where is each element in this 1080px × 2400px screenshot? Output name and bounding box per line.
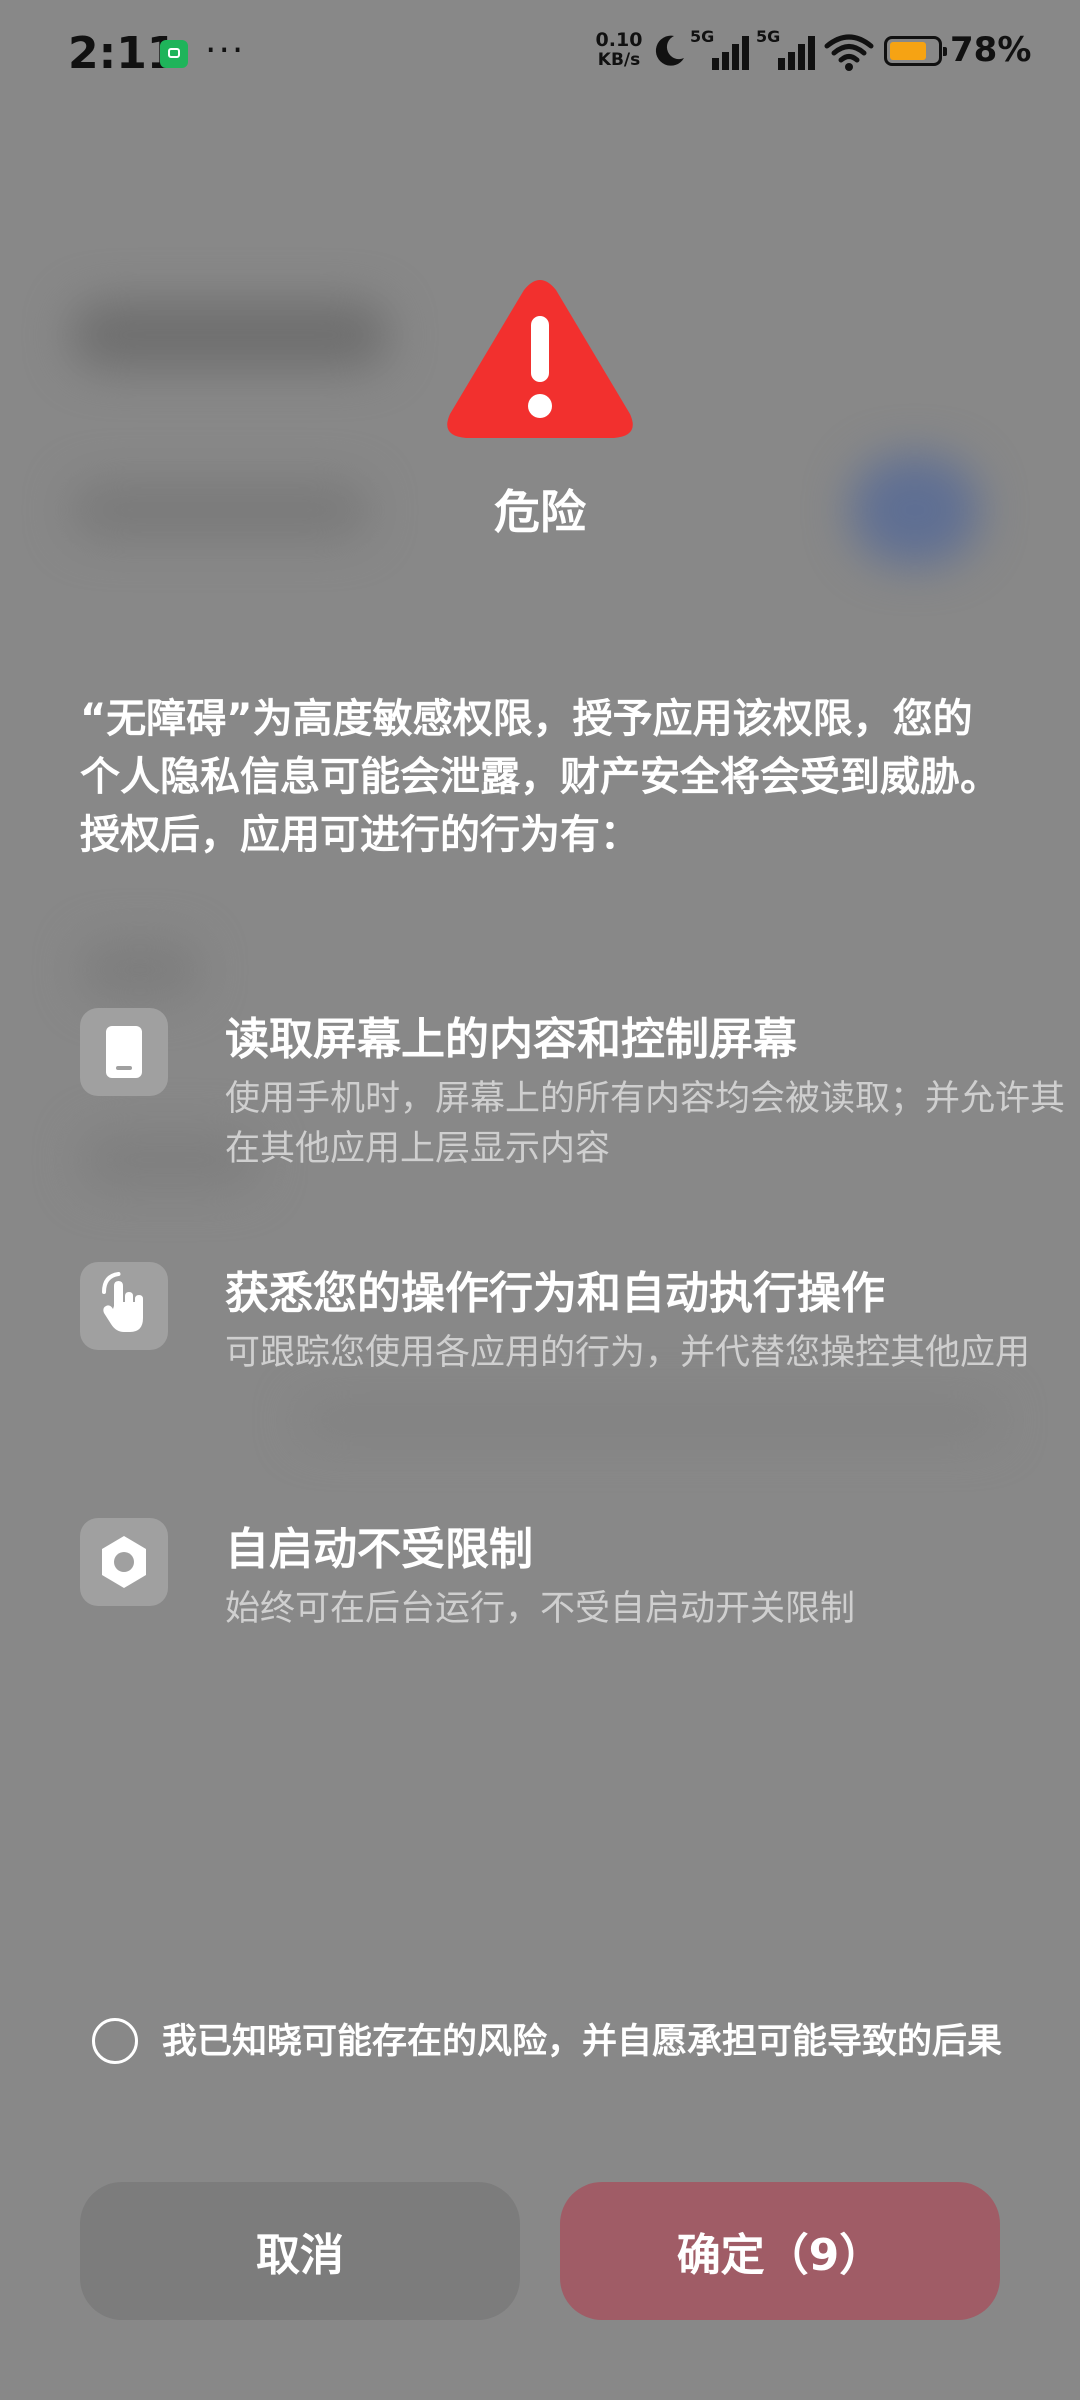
- confirm-button[interactable]: 确定（9）: [560, 2182, 1000, 2320]
- signal-label: 5G: [756, 28, 780, 46]
- permission-description: 使用手机时，屏幕上的所有内容均会被读取；并允许其在其他应用上层显示内容: [225, 1079, 1066, 1169]
- battery-level-fill: [890, 42, 926, 60]
- wifi-icon: [824, 34, 874, 71]
- battery-icon: [884, 36, 947, 66]
- blurred-background: [70, 300, 390, 370]
- permission-title: 读取屏幕上的内容和控制屏幕: [225, 1014, 797, 1065]
- blurred-background: [80, 940, 200, 1000]
- consent-radio-button[interactable]: [92, 2018, 138, 2064]
- battery-percent: 78%: [950, 30, 1032, 70]
- dialog-title: 危险: [494, 485, 586, 539]
- permission-title: 自启动不受限制: [225, 1524, 533, 1575]
- cellular-signal-icon: 5G: [756, 28, 815, 70]
- cellular-signal-icon: 5G: [690, 28, 749, 70]
- phone-screen-icon: [80, 1008, 168, 1096]
- consent-label[interactable]: 我已知晓可能存在的风险，并自愿承担可能导致的后果: [162, 2018, 1002, 2066]
- hexagon-nut-icon: [80, 1518, 168, 1606]
- cancel-button[interactable]: 取消: [80, 2182, 520, 2320]
- network-speed-unit: KB/s: [597, 50, 641, 70]
- warning-triangle-icon: [447, 280, 633, 438]
- touch-hand-icon: [80, 1262, 168, 1350]
- more-notifications-icon: ···: [205, 30, 246, 71]
- permission-description: 始终可在后台运行，不受自启动开关限制: [225, 1589, 856, 1629]
- permission-title: 获悉您的操作行为和自动执行操作: [225, 1268, 885, 1319]
- signal-label: 5G: [690, 28, 714, 46]
- app-notification-icon: [160, 40, 188, 68]
- permission-intro-text: “无障碍”为高度敏感权限，授予应用该权限，您的个人隐私信息可能会泄露，财产安全将…: [80, 696, 1000, 858]
- network-speed: 0.10 KB/s: [594, 30, 644, 70]
- permission-description: 可跟踪您使用各应用的行为，并代替您操控其他应用: [225, 1333, 1031, 1373]
- blurred-background: [300, 1400, 1000, 1440]
- do-not-disturb-moon-icon: [655, 35, 684, 66]
- network-speed-value: 0.10: [595, 29, 643, 51]
- status-bar: 2:11 ··· 0.10 KB/s 5G 5G 78%: [0, 0, 1080, 110]
